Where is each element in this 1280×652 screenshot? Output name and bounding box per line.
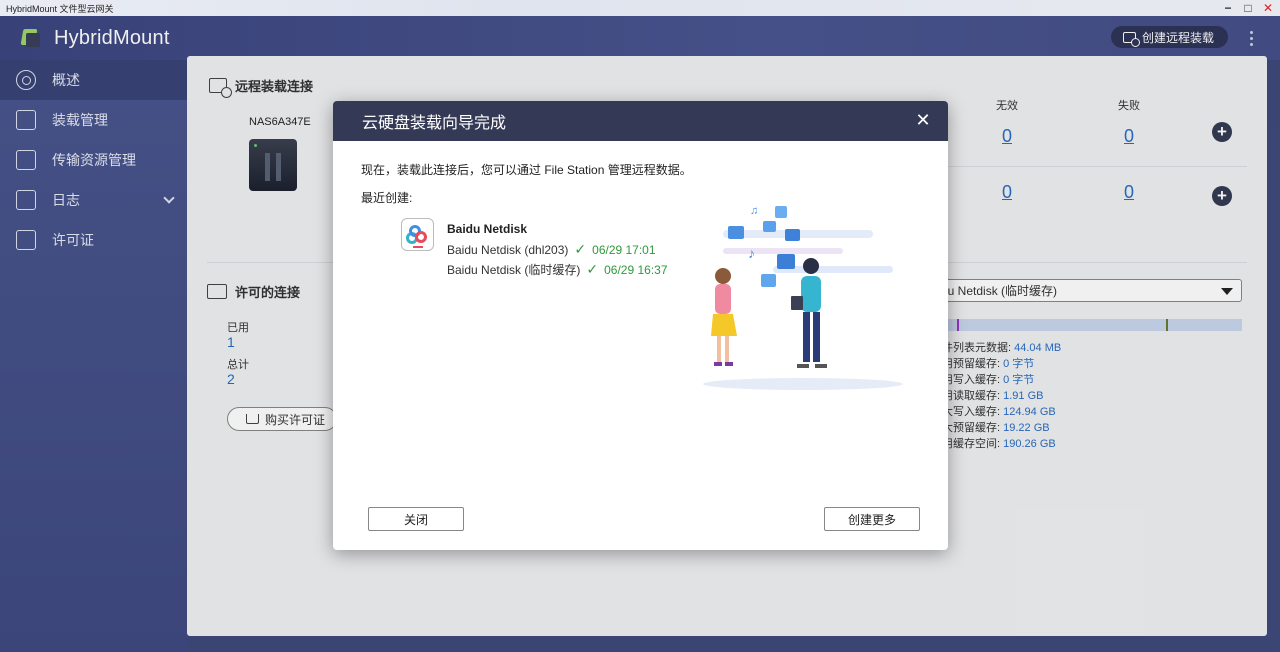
entry-time: 06/29 16:37 (604, 262, 668, 277)
check-icon: ✓ (574, 241, 587, 257)
entry-time: 06/29 17:01 (592, 242, 656, 257)
maximize-icon[interactable]: □ (1242, 1, 1254, 15)
entry-name: Baidu Netdisk (临时缓存) (447, 263, 581, 277)
entry-name: Baidu Netdisk (dhl203) (447, 242, 569, 257)
window-title: HybridMount 文件型云网关 (6, 3, 114, 14)
cloud-storage-illustration: ♪ ♫ (703, 205, 903, 390)
close-icon[interactable]: ✕ (914, 111, 932, 129)
mount-wizard-complete-dialog: 云硬盘装载向导完成 ✕ 现在，装载此连接后，您可以通过 File Station… (333, 101, 948, 550)
dialog-message: 现在，装载此连接后，您可以通过 File Station 管理远程数据。 (361, 163, 692, 177)
create-more-button[interactable]: 创建更多 (824, 507, 920, 531)
check-icon: ✓ (586, 261, 599, 277)
baidu-netdisk-icon (401, 218, 434, 251)
close-window-icon[interactable]: ✕ (1262, 1, 1274, 15)
dialog-title: 云硬盘装载向导完成 (362, 115, 507, 132)
service-name: Baidu Netdisk (447, 222, 528, 236)
recent-entry: Baidu Netdisk (dhl203) ✓ 06/29 17:01 (447, 241, 656, 258)
recent-label: 最近创建: (361, 191, 413, 205)
dialog-header: 云硬盘装载向导完成 ✕ (333, 101, 948, 141)
recent-entry: Baidu Netdisk (临时缓存) ✓ 06/29 16:37 (447, 261, 668, 278)
window-controls: − □ ✕ (1222, 0, 1274, 16)
close-button[interactable]: 关闭 (368, 507, 464, 531)
minimize-icon[interactable]: − (1222, 1, 1234, 15)
window-titlebar: HybridMount 文件型云网关 − □ ✕ (0, 0, 1280, 16)
svg-text:♫: ♫ (750, 205, 758, 217)
svg-text:♪: ♪ (748, 245, 755, 261)
